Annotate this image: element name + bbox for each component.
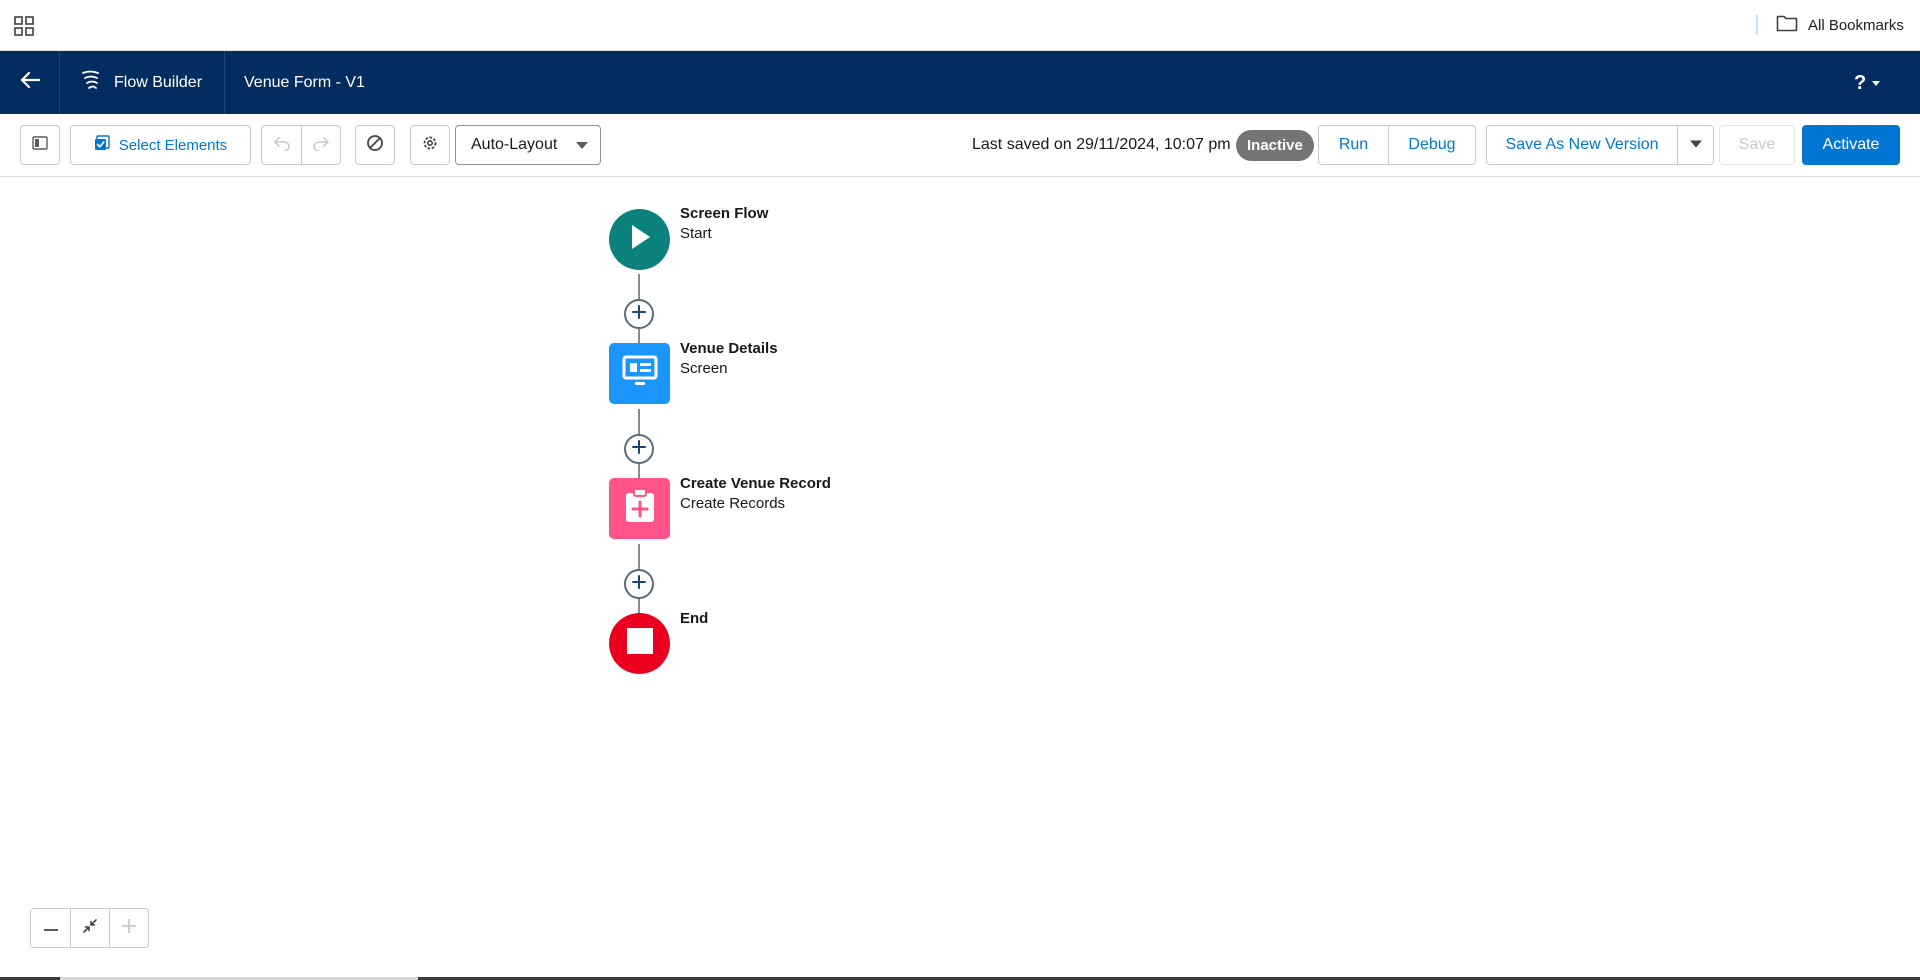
undo-button[interactable]: [262, 126, 301, 164]
app-header: Flow Builder Venue Form - V1 ?: [0, 51, 1920, 114]
run-button[interactable]: Run: [1319, 126, 1388, 164]
redo-button[interactable]: [301, 126, 340, 164]
caret-down-icon: [1689, 136, 1703, 154]
layout-mode-select[interactable]: Auto-Layout: [455, 125, 601, 165]
chevron-down-icon: [1872, 80, 1881, 86]
add-element-button[interactable]: [624, 434, 654, 464]
node-title: End: [680, 610, 709, 627]
save-options-button[interactable]: [1677, 126, 1713, 164]
screen-node[interactable]: [609, 343, 670, 404]
bookmarks-divider: [1756, 15, 1758, 35]
last-saved-text: Last saved on 29/11/2024, 10:07 pm: [972, 136, 1231, 153]
errors-warnings-button[interactable]: [355, 125, 395, 165]
flow-builder-section: Flow Builder: [60, 51, 225, 114]
redo-icon: [312, 135, 330, 156]
create-records-node[interactable]: [609, 478, 670, 539]
plus-icon: [631, 304, 647, 325]
plus-icon: [121, 918, 137, 939]
flow-name: Venue Form - V1: [244, 74, 365, 91]
toolbar: Select Elements Auto-Layout Last saved o…: [0, 114, 1920, 177]
run-debug-group: Run Debug: [1318, 125, 1476, 165]
gear-icon: [421, 134, 439, 156]
debug-button[interactable]: Debug: [1388, 126, 1475, 164]
add-element-button[interactable]: [624, 299, 654, 329]
flow-builder-icon: [80, 69, 102, 96]
panel-toggle-icon: [32, 136, 48, 154]
zoom-out-button[interactable]: [31, 909, 70, 947]
select-elements-label: Select Elements: [118, 136, 228, 154]
all-bookmarks-button[interactable]: All Bookmarks: [1776, 14, 1904, 36]
bookmarks-bar: All Bookmarks: [0, 0, 1920, 51]
node-subtitle: Start: [680, 225, 712, 242]
undo-redo-group: [261, 125, 341, 165]
play-icon: [628, 223, 652, 256]
save-button[interactable]: Save: [1719, 125, 1795, 165]
screen-node-label: Venue Details Screen: [680, 339, 778, 379]
contract-icon: [82, 918, 98, 939]
flow-canvas[interactable]: Screen Flow Start Venue Details Screen C…: [0, 177, 1920, 977]
node-title: Venue Details: [680, 340, 778, 357]
all-bookmarks-label: All Bookmarks: [1808, 16, 1904, 34]
minus-icon: [43, 919, 59, 937]
start-node-label: Screen Flow Start: [680, 204, 768, 244]
apps-grid-icon[interactable]: [14, 16, 34, 36]
node-title: Create Venue Record: [680, 475, 831, 492]
connector-line: [638, 274, 640, 299]
zoom-controls: [30, 908, 149, 948]
save-as-group: Save As New Version: [1486, 125, 1714, 165]
node-subtitle: Screen: [680, 360, 728, 377]
node-subtitle: Create Records: [680, 495, 786, 512]
end-node-label: End: [680, 609, 708, 629]
stop-icon: [626, 628, 653, 659]
connector-line: [638, 544, 640, 569]
start-node[interactable]: [609, 209, 670, 270]
plus-icon: [631, 439, 647, 460]
screen-icon: [622, 355, 658, 392]
ban-icon: [366, 134, 384, 156]
layout-mode-value: Auto-Layout: [471, 136, 558, 153]
select-check-icon: [94, 135, 110, 155]
help-icon: ?: [1854, 71, 1867, 94]
toggle-panel-button[interactable]: [20, 125, 60, 165]
undo-icon: [273, 135, 291, 156]
app-title: Flow Builder: [114, 73, 203, 91]
help-menu-button[interactable]: ?: [1854, 69, 1881, 97]
create-records-node-label: Create Venue Record Create Records: [680, 474, 831, 514]
zoom-in-button[interactable]: [109, 909, 148, 947]
add-element-button[interactable]: [624, 569, 654, 599]
folder-icon: [1776, 14, 1798, 36]
activate-button[interactable]: Activate: [1802, 125, 1900, 165]
record-create-icon: [624, 488, 656, 529]
fit-to-view-button[interactable]: [70, 909, 109, 947]
select-elements-button[interactable]: Select Elements: [70, 125, 251, 165]
node-title: Screen Flow: [680, 205, 769, 222]
end-node[interactable]: [609, 613, 670, 674]
caret-down-icon: [576, 142, 588, 149]
arrow-left-icon: [20, 71, 40, 94]
save-as-new-version-button[interactable]: Save As New Version: [1487, 126, 1677, 164]
status-badge: Inactive: [1236, 130, 1314, 161]
flow-settings-button[interactable]: [410, 125, 450, 165]
back-button[interactable]: [0, 51, 60, 114]
plus-icon: [631, 574, 647, 595]
connector-line: [638, 409, 640, 434]
